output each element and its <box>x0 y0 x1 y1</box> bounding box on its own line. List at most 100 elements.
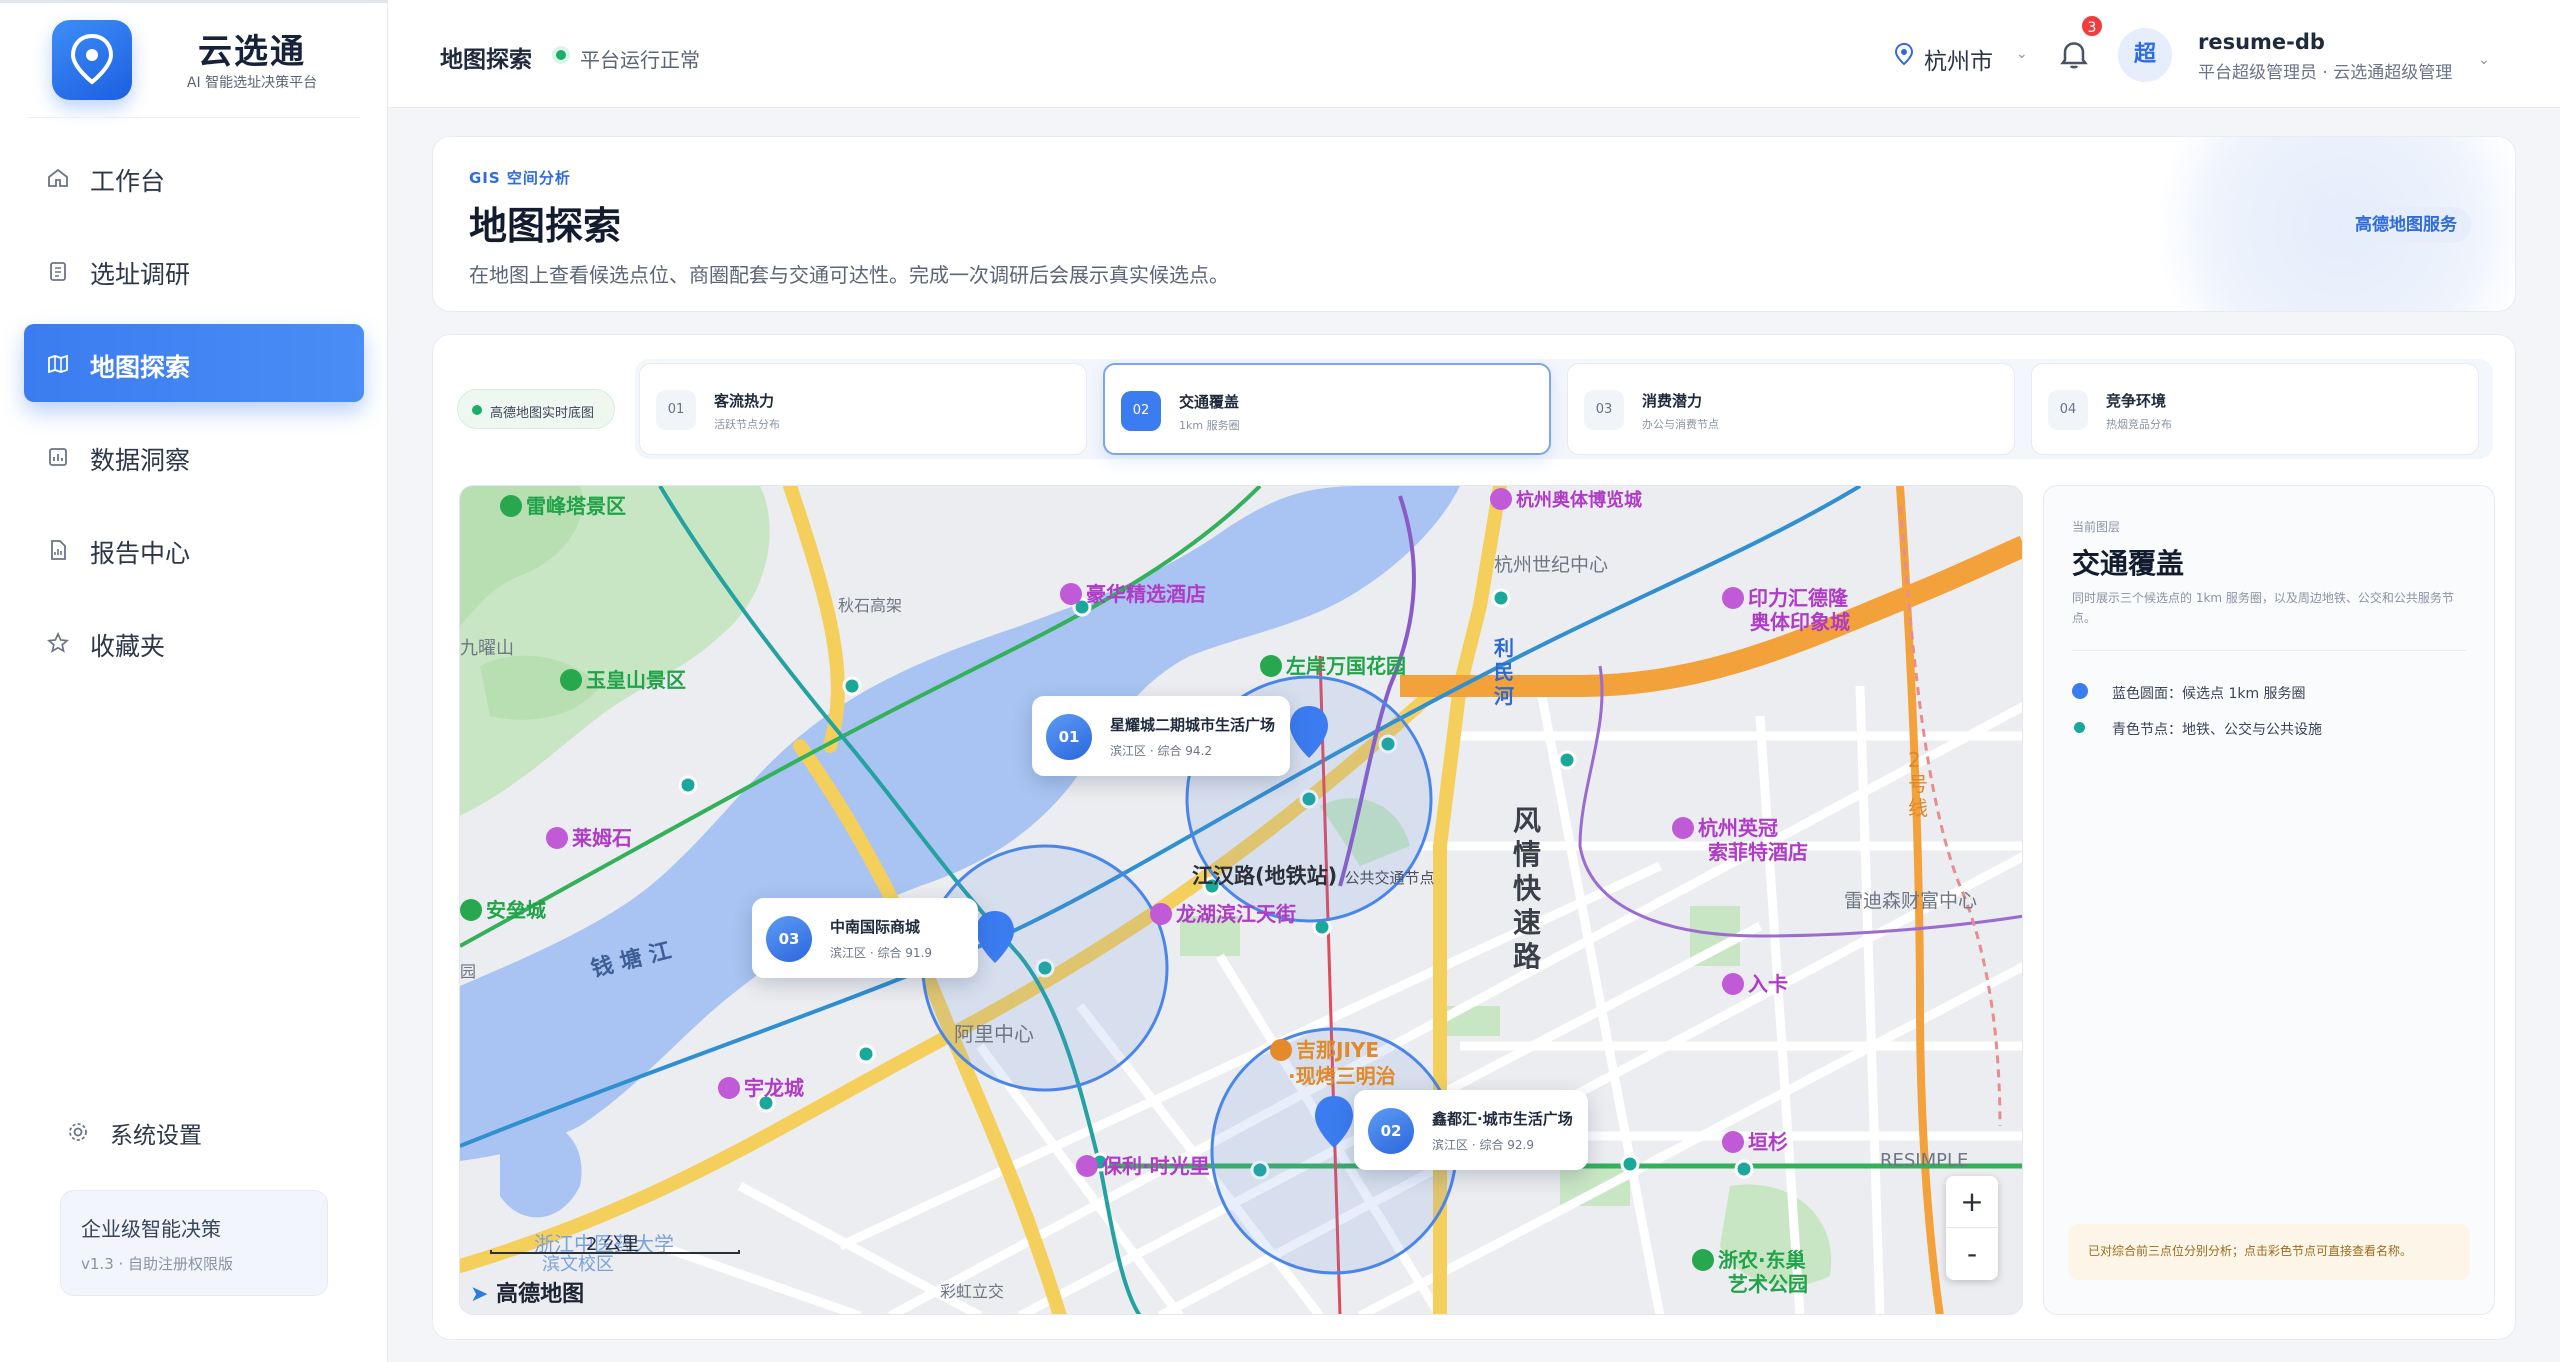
map-label: 龙湖滨江天街 <box>1150 898 1296 927</box>
legend-label: 蓝色圆面：候选点 1km 服务圈 <box>2112 686 2306 702</box>
page-title: 地图探索 <box>440 47 532 73</box>
sidebar-item-workbench[interactable]: 工作台 <box>24 138 364 216</box>
bell-icon[interactable] <box>2056 36 2092 72</box>
divider <box>28 117 360 118</box>
brand: 云选通 AI 智能选址决策平台 <box>0 0 388 118</box>
sidebar-item-data-insight[interactable]: 数据洞察 <box>24 417 364 495</box>
map-label: 雷峰塔景区 <box>500 490 626 519</box>
shop-icon <box>1722 973 1744 995</box>
enterprise-subtitle: v1.3 · 自助注册权限版 <box>81 1255 234 1273</box>
live-basemap-chip: 高德地图实时底图 <box>457 389 615 429</box>
candidate-callout-01[interactable]: 01 星耀城二期城市生活广场 滨江区 · 综合 94.2 <box>1032 696 1290 776</box>
navigation-arrow-icon: ➤ <box>470 1282 489 1307</box>
map-label: 艺术公园 <box>1728 1272 1808 1296</box>
amap-service-button[interactable]: 高德地图服务 <box>2341 207 2471 243</box>
venue-icon <box>1490 488 1512 510</box>
layer-tabs: 01 客流热力 活跃节点分布 02 交通覆盖 1km 服务圈 03 消费潜力 办… <box>635 359 2493 459</box>
map-label: 九曜山 <box>460 638 514 659</box>
brand-logo <box>52 20 132 100</box>
map-label: 秋石高架 <box>838 596 903 615</box>
blue-circle-icon <box>2072 683 2088 699</box>
map-canvas[interactable]: 雷峰塔景区 九曜山 玉皇山景区 秋石高架 豪华精选酒店 莱姆石 安垒城 钱 塘 … <box>459 485 2023 1315</box>
sidebar-item-site-survey[interactable]: 选址调研 <box>24 231 364 309</box>
brand-subtitle: AI 智能选址决策平台 <box>186 75 318 91</box>
shop-icon <box>546 827 568 849</box>
map-station-label: 江汉路(地铁站) <box>1192 864 1338 888</box>
park-icon <box>1692 1249 1714 1271</box>
enterprise-title: 企业级智能决策 <box>81 1217 221 1241</box>
hero-tag: GIS 空间分析 <box>469 169 571 187</box>
map-label: 莱姆石 <box>546 822 632 851</box>
status-text: 平台运行正常 <box>580 48 700 72</box>
map-label: 安垒城 <box>460 894 546 923</box>
metro-line-label: 2号线 <box>1908 748 1928 820</box>
sidebar-item-label: 选址调研 <box>90 260 191 289</box>
chart-icon <box>49 448 67 466</box>
report-icon <box>51 540 66 560</box>
park-icon <box>1260 655 1282 677</box>
map-label: 杭州奥体博览城 <box>1490 486 1642 512</box>
zoom-in-button[interactable]: + <box>1946 1176 1998 1228</box>
teal-dot-icon <box>2074 722 2085 733</box>
tab-consumption-potential[interactable]: 03 消费潜力 办公与消费节点 <box>1567 363 2015 455</box>
map-label: 吉那JIYE <box>1270 1034 1379 1063</box>
user-role: 平台超级管理员 · 云选通超级管理 <box>2198 63 2453 83</box>
shop-icon <box>1722 587 1744 609</box>
tab-transit-coverage[interactable]: 02 交通覆盖 1km 服务圈 <box>1103 363 1551 455</box>
hotel-icon <box>1060 583 1082 605</box>
legend-label: 青色节点：地铁、公交与公共设施 <box>2112 722 2322 738</box>
candidate-callout-03[interactable]: 03 中南国际商城 滨江区 · 综合 91.9 <box>752 898 978 978</box>
sidebar-item-report-center[interactable]: 报告中心 <box>24 510 364 588</box>
map-label: 雷迪森财富中心 <box>1844 890 1978 912</box>
park-icon <box>460 899 482 921</box>
zoom-out-button[interactable]: - <box>1946 1228 1998 1280</box>
chevron-down-icon[interactable]: ⌄ <box>2478 52 2490 68</box>
sidebar-item-label: 工作台 <box>90 167 166 196</box>
tab-name: 消费潜力 <box>1642 392 1703 410</box>
tab-name: 竞争环境 <box>2106 392 2167 410</box>
sidebar-item-label: 数据洞察 <box>90 446 191 475</box>
enterprise-card: 企业级智能决策 v1.3 · 自助注册权限版 <box>60 1190 328 1296</box>
status-dot <box>472 405 482 415</box>
river-label: 利民河 <box>1494 636 1514 708</box>
shop-icon <box>718 1077 740 1099</box>
map-label: 保利·时光里 <box>1076 1150 1210 1179</box>
map-label: 宇龙城 <box>718 1072 804 1101</box>
tab-subtitle: 活跃节点分布 <box>714 418 780 431</box>
sidebar-item-map-explore[interactable]: 地图探索 <box>24 324 364 402</box>
shop-icon <box>1076 1155 1098 1177</box>
map-label: ·现烤三明治 <box>1288 1064 1396 1088</box>
layer-note: 已对综合前三点位分别分析；点击彩色节点可直接查看名称。 <box>2068 1224 2470 1280</box>
layer-tag: 当前图层 <box>2072 520 2121 534</box>
candidate-rank: 01 <box>1046 714 1092 760</box>
settings-label: 系统设置 <box>110 1123 202 1149</box>
map-scale: 2 公里 <box>490 1234 740 1258</box>
map-label: 垣杉 <box>1722 1126 1788 1155</box>
map-label: 阿里中心 <box>954 1022 1034 1046</box>
tab-name: 交通覆盖 <box>1179 393 1240 411</box>
candidate-meta: 滨江区 · 综合 94.2 <box>1110 744 1212 758</box>
food-icon <box>1270 1039 1292 1061</box>
shop-icon <box>1722 1131 1744 1153</box>
layer-description: 同时展示三个候选点的 1km 服务圈，以及周边地铁、公交和公共服务节点。 <box>2072 591 2454 625</box>
tab-passenger-heat[interactable]: 01 客流热力 活跃节点分布 <box>639 363 1087 455</box>
home-icon <box>48 168 68 187</box>
settings-link[interactable]: 系统设置 <box>60 1112 320 1152</box>
candidate-name: 中南国际商城 <box>830 918 921 936</box>
candidate-callout-02[interactable]: 02 鑫都汇·城市生活广场 滨江区 · 综合 92.9 <box>1354 1090 1588 1170</box>
location-pin-icon <box>70 34 114 85</box>
map-label: RESIMPLE <box>1880 1150 1969 1171</box>
map-label: 杭州世纪中心 <box>1494 554 1609 576</box>
road-label: 风情快速路 <box>1512 804 1541 973</box>
tab-competition[interactable]: 04 竞争环境 热烟竞品分布 <box>2031 363 2479 455</box>
candidate-meta: 滨江区 · 综合 92.9 <box>1432 1138 1534 1152</box>
map-label: 入卡 <box>1722 968 1788 997</box>
divider <box>2072 650 2466 651</box>
sidebar-item-favorites[interactable]: 收藏夹 <box>24 603 364 681</box>
avatar[interactable]: 超 <box>2118 28 2172 82</box>
map-label: 奥体印象城 <box>1750 610 1850 634</box>
user-name[interactable]: resume-db <box>2198 30 2325 54</box>
gear-icon <box>69 1123 87 1141</box>
shop-icon <box>1150 903 1172 925</box>
tab-subtitle: 办公与消费节点 <box>1642 418 1719 431</box>
